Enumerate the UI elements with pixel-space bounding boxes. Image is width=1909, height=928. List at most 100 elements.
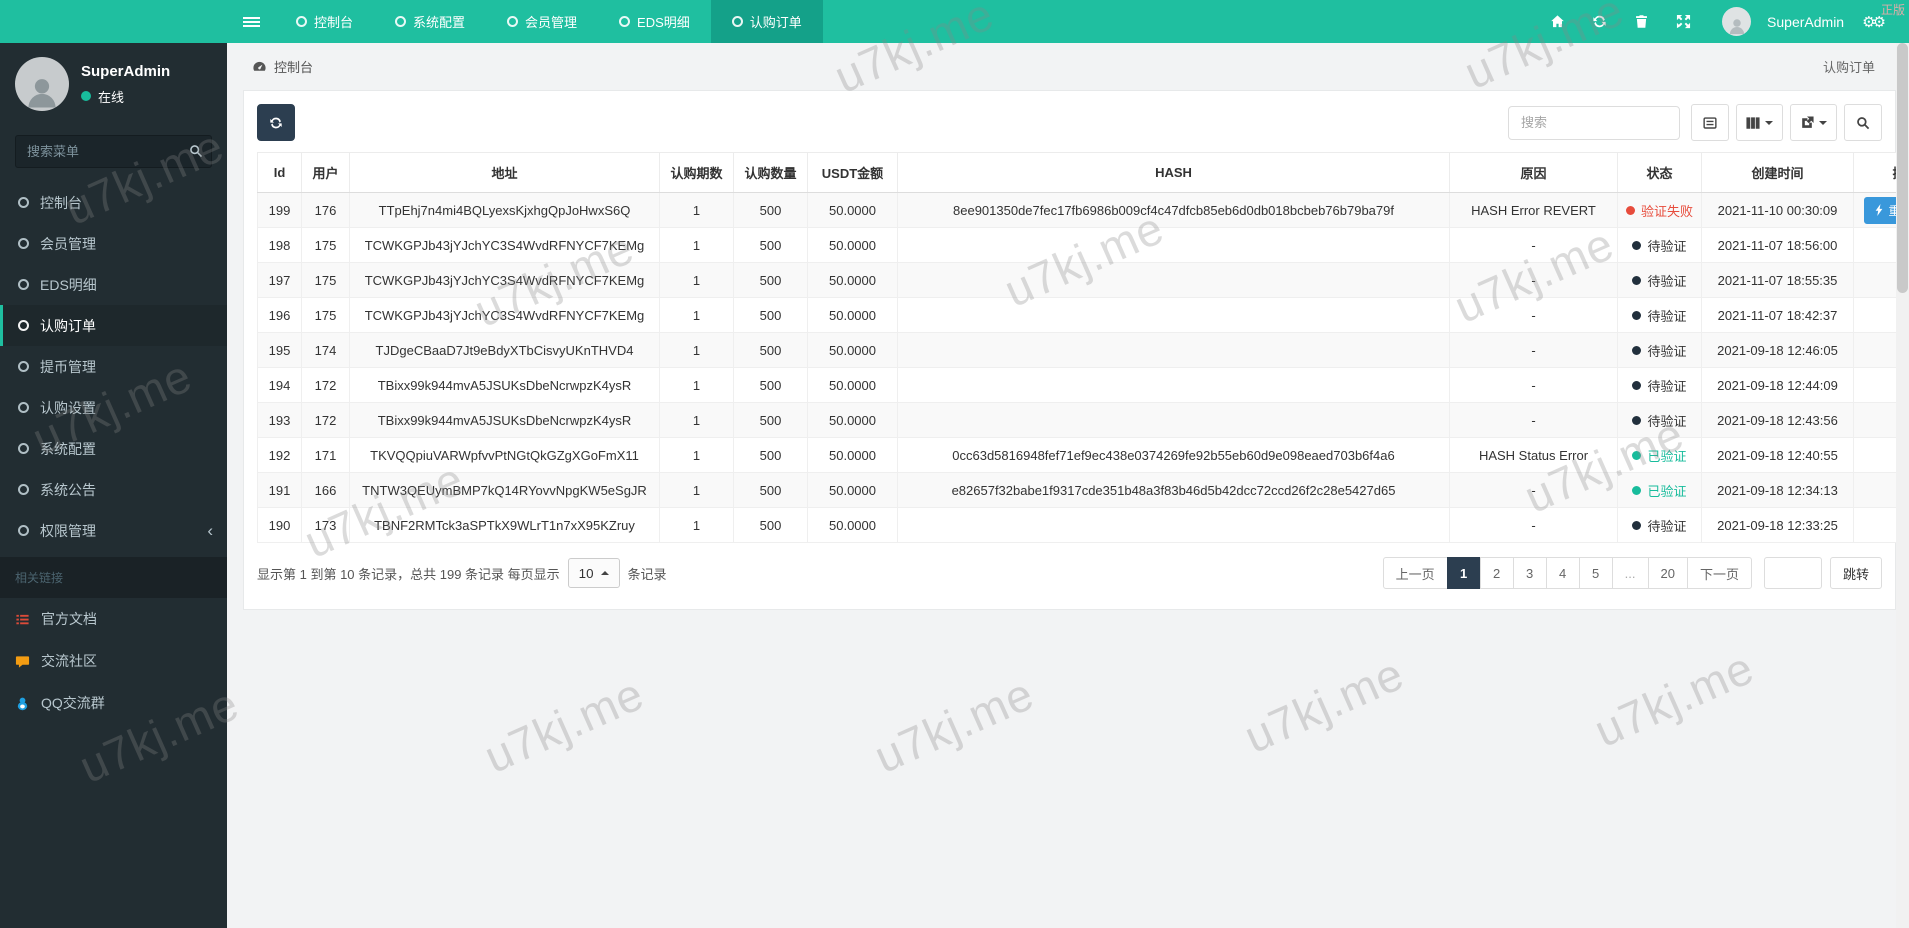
advanced-search-button[interactable] — [1844, 104, 1882, 141]
sidebar-links: 官方文档 交流社区 QQ交流群 — [0, 598, 227, 724]
page-button[interactable]: 1 — [1446, 557, 1481, 589]
table-row[interactable]: 196 175 TCWKGPJb43jYJchYC3S4WvdRFNYCF7KE… — [257, 297, 1909, 333]
topbar-tab[interactable]: 会员管理 — [486, 0, 598, 43]
cell-period: 1 — [659, 367, 734, 403]
table-row[interactable]: 190 173 TBNF2RMTck3aSPTkX9WLrT1n7xX95KZr… — [257, 507, 1909, 543]
cell-amount: 500 — [733, 507, 808, 543]
table-column-header[interactable]: HASH — [897, 152, 1450, 193]
cell-hash: e82657f32babe1f9317cde351b48a3f83b46d5b4… — [897, 472, 1450, 508]
table-search-input[interactable] — [1508, 105, 1680, 140]
cell-address: TBixx99k944mvA5JSUKsDbeNcrwpzK4ysR — [349, 367, 660, 403]
refresh-icon — [270, 117, 282, 128]
topbar-tab[interactable]: 认购订单 — [710, 0, 823, 43]
topbar-tab-label: 控制台 — [314, 15, 354, 30]
table-column-header[interactable]: 认购期数 — [659, 152, 734, 193]
table-row[interactable]: 193 172 TBixx99k944mvA5JSUKsDbeNcrwpzK4y… — [257, 402, 1909, 438]
table-row[interactable]: 195 174 TJDgeCBaaD7Jt9eBdyXTbCisvyUKnTHV… — [257, 332, 1909, 368]
topbar-tab-label: EDS明细 — [637, 15, 690, 30]
table-header: Id用户地址认购期数认购数量USDT金额HASH原因状态创建时间操作 — [257, 152, 1909, 193]
page-button[interactable]: 5 — [1578, 557, 1613, 589]
clear-cache-button[interactable] — [1624, 0, 1658, 43]
cell-period: 1 — [659, 332, 734, 368]
page-button[interactable]: ... — [1611, 557, 1649, 589]
fullscreen-button[interactable] — [1666, 0, 1700, 43]
status-badge: 待验证 — [1632, 411, 1687, 430]
cell-status: 待验证 — [1617, 402, 1702, 438]
topbar-tab[interactable]: EDS明细 — [598, 0, 711, 43]
topbar-tab[interactable]: 控制台 — [275, 0, 374, 43]
status-dot-icon — [1632, 520, 1642, 530]
main-content: 控制台 认购订单 搜索 Id 用户 地址 认购期数 认购数量 USDT金额 HA… — [227, 43, 1909, 928]
table-row[interactable]: 194 172 TBixx99k944mvA5JSUKsDbeNcrwpzK4y… — [257, 367, 1909, 403]
table-refresh-button[interactable] — [257, 104, 295, 141]
sidebar-menu-item[interactable]: 认购设置 — [0, 387, 227, 428]
cogs-icon[interactable]: ⚙⚙ — [1862, 13, 1886, 31]
status-label: 待验证 — [1647, 378, 1687, 394]
sidebar-menu-item[interactable]: 认购订单 — [0, 305, 227, 346]
cell-status: 已验证 — [1617, 437, 1702, 473]
columns-button[interactable] — [1736, 104, 1783, 141]
next-page-button[interactable]: 下一页 — [1686, 557, 1752, 589]
sidebar-menu-item[interactable]: 系统配置 — [0, 428, 227, 469]
sidebar-link[interactable]: 交流社区 — [0, 640, 227, 682]
page-button[interactable]: 3 — [1512, 557, 1547, 589]
sidebar-toggle-button[interactable] — [227, 0, 275, 43]
menu-search-input[interactable] — [15, 135, 212, 168]
table-row[interactable]: 191 166 TNTW3QEUymBMP7kQ14RYovvNpgKW5eSg… — [257, 472, 1909, 508]
status-badge: 验证失败 — [1625, 201, 1693, 220]
avatar[interactable] — [15, 57, 69, 111]
sidebar-menu-item[interactable]: 控制台 — [0, 182, 227, 223]
top-navbar: 控制台 系统配置 会员管理 EDS明细 认购订单 SuperAdmin ⚙⚙ — [0, 0, 1909, 43]
page-button[interactable]: 2 — [1479, 557, 1514, 589]
breadcrumb: 控制台 认购订单 — [227, 43, 1896, 89]
refresh-button[interactable] — [1582, 0, 1616, 43]
table-column-header[interactable]: 用户 — [301, 152, 350, 193]
cell-reason: - — [1449, 262, 1618, 298]
status-dot-icon — [1632, 380, 1642, 390]
sidebar-link[interactable]: QQ交流群 — [0, 682, 227, 724]
bolt-icon — [1876, 204, 1883, 216]
sidebar-link[interactable]: 官方文档 — [0, 598, 227, 640]
avatar[interactable] — [1722, 7, 1752, 36]
page-size-dropdown[interactable]: 10 — [567, 558, 620, 588]
table-row[interactable]: 192 171 TKVQQpiuVARWpfvvPtNGtQkGZgXGoFmX… — [257, 437, 1909, 473]
page-button[interactable]: 4 — [1545, 557, 1580, 589]
table-column-header[interactable]: USDT金额 — [807, 152, 898, 193]
table-column-header[interactable]: Id — [257, 152, 302, 193]
scrollbar[interactable] — [1896, 43, 1909, 928]
circle-icon — [731, 16, 743, 27]
table-column-header[interactable]: 地址 — [349, 152, 660, 193]
sidebar-menu-item[interactable]: 提币管理 — [0, 346, 227, 387]
table-row[interactable]: 199 176 TTpEhj7n4mi4BQLyexsKjxhgQpJoHwxS… — [257, 192, 1909, 228]
home-button[interactable] — [1540, 0, 1574, 43]
prev-page-button[interactable]: 上一页 — [1382, 557, 1448, 589]
topbar-tab[interactable]: 系统配置 — [374, 0, 486, 43]
page-button[interactable]: 20 — [1647, 557, 1688, 589]
table-column-header[interactable]: 创建时间 — [1701, 152, 1854, 193]
chevron-left-icon: ‹ — [207, 521, 213, 540]
cell-user: 174 — [301, 332, 350, 368]
cell-hash — [897, 367, 1450, 403]
online-status: 在线 — [81, 87, 170, 106]
scrollbar-thumb[interactable] — [1897, 43, 1908, 293]
table-row[interactable]: 198 175 TCWKGPJb43jYJchYC3S4WvdRFNYCF7KE… — [257, 227, 1909, 263]
cell-period: 1 — [659, 507, 734, 543]
topbar-tab-label: 系统配置 — [413, 15, 466, 30]
detail-view-button[interactable] — [1691, 104, 1729, 141]
jump-page-input[interactable] — [1763, 557, 1822, 589]
jump-button[interactable]: 跳转 — [1829, 557, 1882, 589]
topbar-username[interactable]: SuperAdmin — [1767, 14, 1844, 30]
table-column-header[interactable]: 原因 — [1449, 152, 1618, 193]
online-dot-icon — [81, 91, 91, 101]
sidebar-menu-item[interactable]: 权限管理 ‹ — [0, 510, 227, 551]
table-column-header[interactable]: 状态 — [1617, 152, 1702, 193]
export-button[interactable] — [1790, 104, 1837, 141]
cell-usdt: 50.0000 — [807, 332, 898, 368]
sidebar-menu-item[interactable]: 系统公告 — [0, 469, 227, 510]
cell-user: 172 — [301, 367, 350, 403]
breadcrumb-location[interactable]: 控制台 — [252, 57, 313, 76]
table-column-header[interactable]: 认购数量 — [733, 152, 808, 193]
sidebar-menu-item[interactable]: 会员管理 — [0, 223, 227, 264]
table-row[interactable]: 197 175 TCWKGPJb43jYJchYC3S4WvdRFNYCF7KE… — [257, 262, 1909, 298]
sidebar-menu-item[interactable]: EDS明细 — [0, 264, 227, 305]
